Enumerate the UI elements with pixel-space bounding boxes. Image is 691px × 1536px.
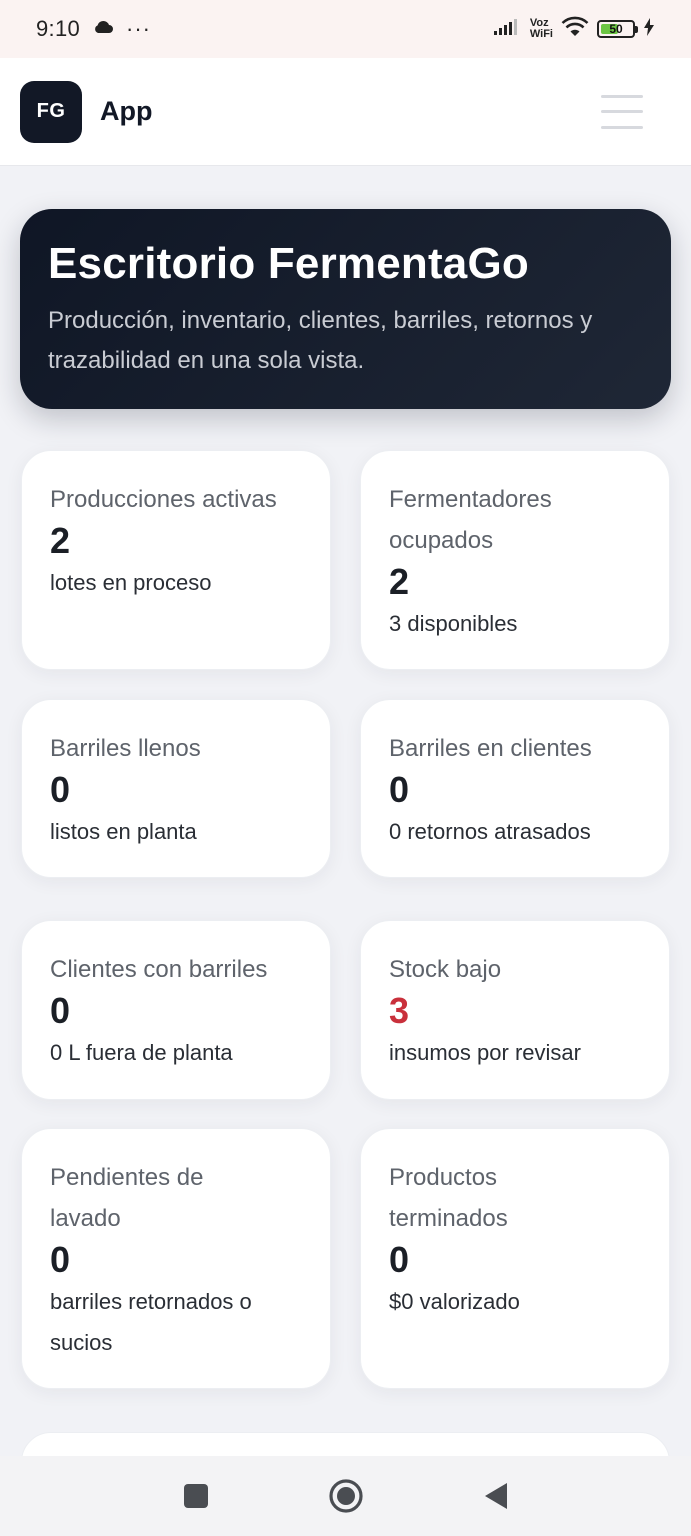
brand[interactable]: FG App — [20, 80, 153, 143]
app-header: FG App — [0, 58, 691, 166]
hamburger-menu-icon[interactable] — [601, 94, 643, 129]
page-title: Escritorio FermentaGo — [48, 239, 529, 288]
stat-card-clientes-con-barriles[interactable]: Clientes con barriles 0 0 L fuera de pla… — [21, 920, 331, 1100]
status-left: 9:10 ··· — [36, 16, 151, 42]
stat-sub: 3 disponibles — [389, 611, 518, 636]
stat-label: Barriles llenos — [50, 735, 201, 762]
stat-card-producciones-activas[interactable]: Producciones activas 2 lotes en proceso — [21, 450, 331, 670]
stat-sub: 0 retornos atrasados — [389, 819, 591, 844]
stat-sub: listos en planta — [50, 819, 197, 844]
signal-icon — [493, 17, 522, 42]
wifi-label: WiFi — [529, 28, 553, 40]
status-bar: 9:10 ··· Voz WiFi 50 — [0, 0, 691, 58]
stat-label: Fermentadores ocupados — [389, 486, 552, 554]
stat-value: 0 — [389, 769, 410, 810]
charging-icon — [643, 17, 655, 42]
battery-level: 50 — [609, 22, 623, 36]
stat-card-stock-bajo[interactable]: Stock bajo 3 insumos por revisar — [360, 920, 670, 1100]
menu-line — [601, 110, 643, 113]
triangle-back-icon[interactable] — [471, 1471, 521, 1521]
stat-value: 0 — [50, 990, 71, 1031]
voz-wifi-label: Voz WiFi — [530, 18, 553, 40]
menu-line — [601, 94, 643, 98]
page-subtitle: Producción, inventario, clientes, barril… — [48, 307, 593, 374]
stat-value-alert: 3 — [389, 990, 410, 1031]
system-nav-bar — [0, 1456, 691, 1536]
stat-label: Pendientes de lavado — [50, 1164, 204, 1232]
stat-card-barriles-en-clientes[interactable]: Barriles en clientes 0 0 retornos atrasa… — [360, 699, 670, 878]
stat-sub: barriles retornados o sucios — [50, 1289, 252, 1355]
stat-sub: insumos por revisar — [389, 1040, 581, 1065]
hero-banner: Escritorio FermentaGo Producción, invent… — [20, 209, 671, 409]
square-recents-icon[interactable] — [171, 1471, 221, 1521]
stat-sub: 0 L fuera de planta — [50, 1040, 233, 1065]
menu-line — [601, 125, 643, 129]
stat-value: 2 — [50, 520, 71, 561]
stat-value: 0 — [389, 1239, 410, 1280]
stat-value: 0 — [50, 769, 71, 810]
stat-card-productos-terminados[interactable]: Productos terminados 0 $0 valorizado — [360, 1128, 670, 1389]
status-time: 9:10 — [36, 16, 81, 41]
app-name: App — [100, 96, 153, 126]
stat-label: Stock bajo — [389, 956, 502, 983]
stat-label: Clientes con barriles — [50, 956, 268, 983]
app-logo[interactable]: FG — [20, 80, 82, 143]
stat-sub: lotes en proceso — [50, 570, 212, 595]
battery-icon: 50 — [597, 20, 638, 38]
more-dots: ··· — [126, 16, 152, 41]
stat-label: Productos terminados — [389, 1164, 508, 1232]
stat-value: 0 — [50, 1239, 71, 1280]
stat-label: Barriles en clientes — [389, 735, 592, 762]
cloud-icon — [92, 20, 114, 39]
stat-card-fermentadores-ocupados[interactable]: Fermentadores ocupados 2 3 disponibles — [360, 450, 670, 670]
circle-home-icon[interactable] — [321, 1471, 371, 1521]
stat-card-barriles-llenos[interactable]: Barriles llenos 0 listos en planta — [21, 699, 331, 878]
stat-card-pendientes-de-lavado[interactable]: Pendientes de lavado 0 barriles retornad… — [21, 1128, 331, 1389]
stat-value: 2 — [389, 561, 410, 602]
status-right: Voz WiFi 50 — [493, 16, 655, 43]
wifi-icon — [561, 16, 589, 43]
stat-label: Producciones activas — [50, 486, 277, 513]
stat-sub: $0 valorizado — [389, 1289, 520, 1314]
